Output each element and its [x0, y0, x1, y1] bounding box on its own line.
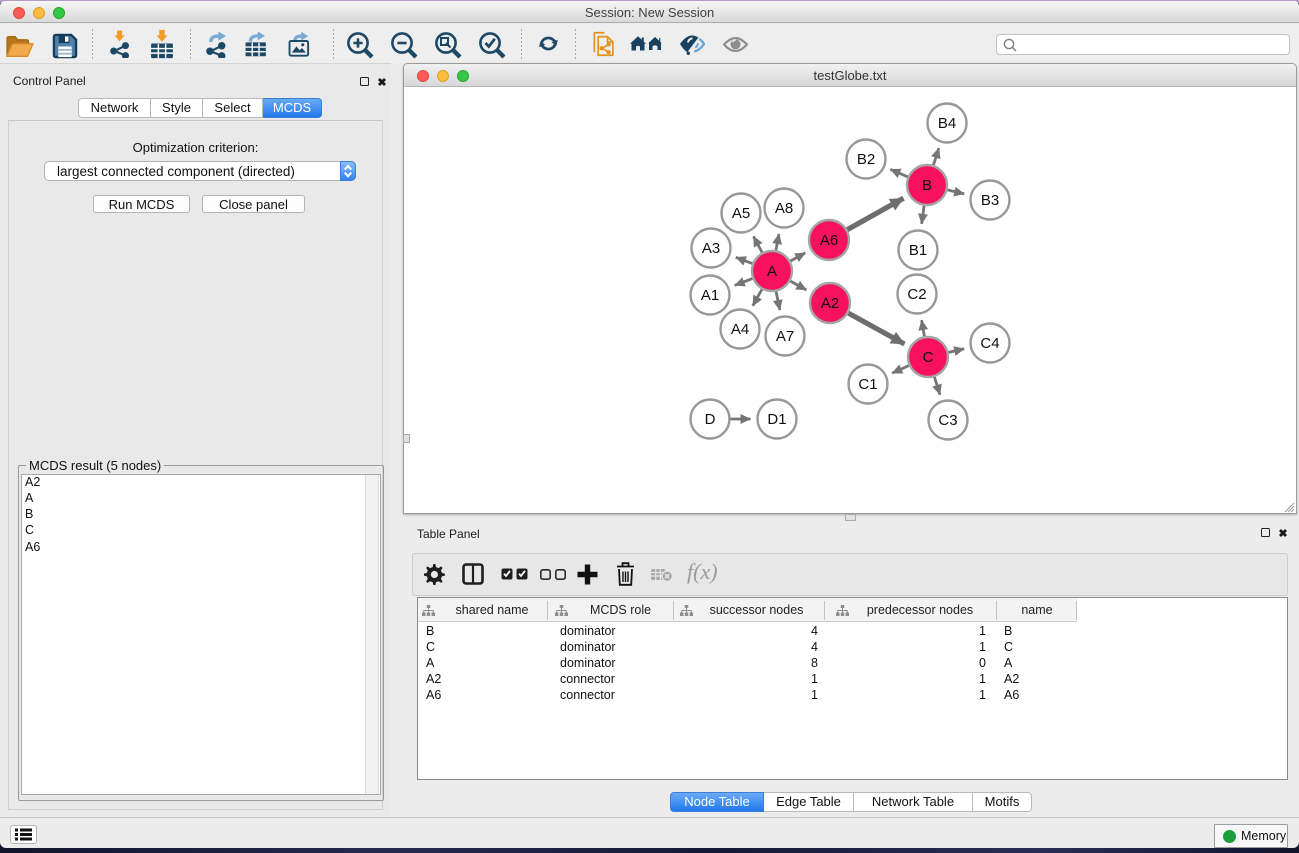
svg-text:D: D: [705, 411, 716, 428]
svg-text:A1: A1: [701, 287, 719, 304]
svg-text:C: C: [923, 349, 934, 366]
svg-text:B1: B1: [909, 242, 927, 259]
svg-text:D1: D1: [767, 411, 786, 428]
svg-text:A3: A3: [702, 240, 720, 257]
svg-text:B3: B3: [981, 192, 999, 209]
svg-text:A2: A2: [821, 295, 839, 312]
svg-text:C1: C1: [858, 376, 877, 393]
svg-text:C4: C4: [980, 335, 999, 352]
svg-text:B: B: [922, 177, 932, 194]
svg-text:C2: C2: [907, 286, 926, 303]
svg-text:A5: A5: [732, 205, 750, 222]
svg-text:C3: C3: [938, 412, 957, 429]
svg-text:A7: A7: [776, 328, 794, 345]
svg-text:A8: A8: [775, 200, 793, 217]
svg-text:B4: B4: [938, 115, 956, 132]
svg-text:A6: A6: [820, 232, 838, 249]
svg-text:B2: B2: [857, 151, 875, 168]
svg-text:A: A: [767, 263, 777, 280]
svg-text:A4: A4: [731, 321, 749, 338]
